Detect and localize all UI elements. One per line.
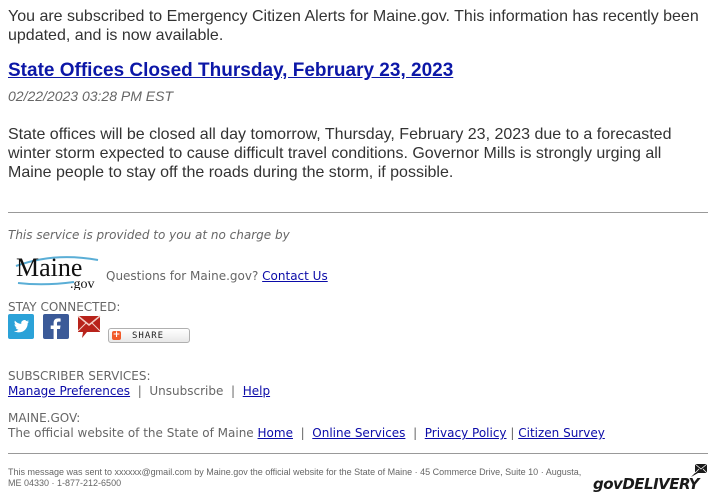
- separator: |: [137, 384, 142, 398]
- facebook-icon: [50, 318, 61, 339]
- logo-sub-text: .gov: [70, 277, 95, 290]
- contact-line: Questions for Maine.gov? Contact Us: [106, 269, 328, 283]
- email-icon[interactable]: [77, 313, 101, 339]
- help-link[interactable]: Help: [243, 384, 270, 398]
- divider: [8, 212, 708, 213]
- contact-us-link[interactable]: Contact Us: [262, 269, 328, 283]
- maine-gov-logo[interactable]: Maine .gov: [14, 250, 100, 290]
- unsubscribe-link[interactable]: Unsubscribe: [149, 384, 223, 398]
- separator: |: [231, 384, 236, 398]
- service-note: This service is provided to you at no ch…: [8, 228, 290, 242]
- article-body: State offices will be closed all day tom…: [8, 126, 672, 181]
- subscriber-services-heading: SUBSCRIBER SERVICES:: [8, 369, 151, 383]
- manage-preferences-link[interactable]: Manage Preferences: [8, 384, 130, 398]
- home-link[interactable]: Home: [258, 426, 293, 440]
- stay-connected-heading: STAY CONNECTED:: [8, 300, 121, 314]
- divider: [8, 453, 708, 454]
- separator: |: [300, 426, 305, 440]
- privacy-policy-link[interactable]: Privacy Policy: [425, 426, 507, 440]
- share-button[interactable]: + SHARE: [108, 328, 190, 343]
- share-label: SHARE: [132, 331, 165, 341]
- maine-gov-links: The official website of the State of Mai…: [8, 426, 605, 440]
- plus-icon: +: [112, 330, 121, 340]
- online-services-link[interactable]: Online Services: [312, 426, 405, 440]
- twitter-button[interactable]: [8, 314, 34, 339]
- footer-message: This message was sent to xxxxxx@gmail.co…: [8, 467, 582, 488]
- questions-text: Questions for Maine.gov?: [106, 269, 259, 283]
- article-dateline: 02/22/2023 03:28 PM EST: [8, 88, 173, 104]
- subscription-intro: You are subscribed to Emergency Citizen …: [8, 8, 699, 44]
- subscriber-services-links: Manage Preferences | Unsubscribe | Help: [8, 384, 270, 398]
- maine-gov-description: The official website of the State of Mai…: [8, 426, 254, 440]
- citizen-survey-link[interactable]: Citizen Survey: [518, 426, 605, 440]
- maine-gov-heading: MAINE.GOV:: [8, 411, 81, 425]
- article-headline-link[interactable]: State Offices Closed Thursday, February …: [8, 60, 453, 82]
- govdelivery-logo[interactable]: govDELIVERY: [593, 463, 708, 493]
- twitter-icon: [14, 320, 29, 333]
- govdelivery-text: govDELIVERY: [593, 475, 702, 493]
- separator: |: [510, 426, 515, 440]
- separator: |: [413, 426, 418, 440]
- facebook-button[interactable]: [43, 314, 69, 339]
